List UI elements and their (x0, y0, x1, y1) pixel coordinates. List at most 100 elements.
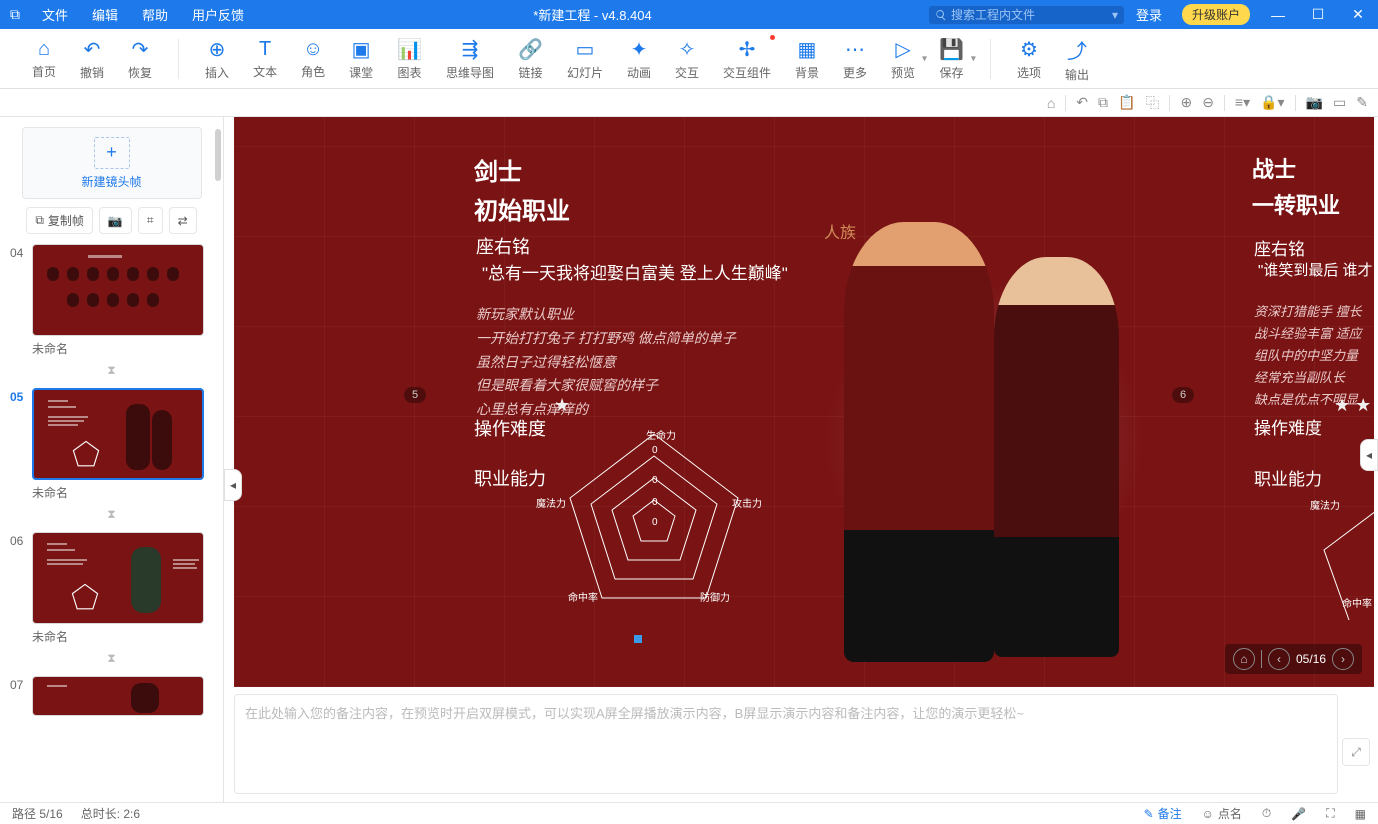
output-button[interactable]: ⤴输出 (1053, 29, 1101, 89)
zoom-out-icon[interactable]: ⊖ (1202, 94, 1214, 111)
save-button[interactable]: 💾保存▾ (927, 29, 976, 89)
canvas-undo-icon[interactable]: ↶ (1076, 94, 1088, 111)
notes-area[interactable]: 在此处输入您的备注内容，在预览时开启双屏模式，可以实现A屏全屏播放演示内容，B屏… (234, 694, 1338, 794)
selection-handle[interactable] (634, 635, 642, 643)
minimize-button[interactable]: — (1258, 7, 1298, 23)
frame-thumb-04[interactable] (32, 244, 204, 336)
search-input[interactable] (947, 8, 1106, 22)
class-name: 剑士 (474, 152, 570, 187)
chart-button[interactable]: 📊图表 (385, 29, 434, 89)
mic-icon[interactable]: 🎤 (1291, 807, 1306, 821)
text-icon: T (259, 38, 271, 61)
canvas-area[interactable]: 剑士 初始职业 座右铭 "总有一天我将迎娶白富美 登上人生巅峰" 新玩家默认职业… (224, 117, 1378, 802)
background-button[interactable]: ▦背景 (783, 29, 831, 89)
frame-name: 未命名 (32, 484, 213, 501)
classroom-button[interactable]: ▣课堂 (337, 29, 385, 89)
options-button[interactable]: ⚙选项 (1005, 29, 1053, 89)
link-button[interactable]: 🔗链接 (506, 29, 555, 89)
nav-next-button[interactable]: › (1332, 648, 1354, 670)
canvas-paste-icon[interactable]: 📋 (1118, 94, 1135, 111)
roll-button[interactable]: ☺ 点名 (1202, 805, 1242, 822)
login-link[interactable]: 登录 (1124, 5, 1174, 24)
search-dropdown-icon[interactable]: ▾ (1112, 8, 1118, 22)
nav-home-icon[interactable]: ⌂ (1233, 648, 1255, 670)
grid-icon[interactable]: ▦ (1355, 807, 1366, 821)
home-button[interactable]: ⌂首页 (20, 29, 68, 89)
maximize-button[interactable]: ☐ (1298, 6, 1338, 23)
remarks-button[interactable]: ✎ 备注 (1144, 805, 1182, 822)
align-icon[interactable]: ≡▾ (1235, 94, 1250, 111)
motto-text: "谁笑到最后 谁才 (1258, 259, 1373, 280)
upgrade-button[interactable]: 升级账户 (1182, 4, 1250, 25)
swap-button[interactable]: ⇄ (169, 207, 197, 234)
collapse-left-button[interactable]: ◂ (224, 469, 242, 501)
search-box[interactable]: ▾ (929, 6, 1124, 24)
copy-frame-button[interactable]: ⧉ 复制帧 (26, 207, 93, 234)
radar-label-hit: 命中率 (568, 589, 598, 604)
canvas-copy-icon[interactable]: ⧉ (1098, 94, 1108, 111)
component-button[interactable]: ✢交互组件 (711, 29, 783, 89)
anim-icon: ✦ (631, 37, 648, 62)
frame-number: 05 (10, 388, 26, 404)
frame-number: 06 (10, 532, 26, 548)
frame-thumb-06[interactable] (32, 532, 204, 624)
menu-help[interactable]: 帮助 (130, 5, 180, 24)
snapshot-button[interactable]: 📷 (99, 207, 132, 234)
menu-feedback[interactable]: 用户反馈 (180, 5, 256, 24)
mindmap-button[interactable]: ⇶思维导图 (434, 29, 506, 89)
menu-file[interactable]: 文件 (30, 5, 80, 24)
nav-prev-pill[interactable]: 5 (404, 387, 426, 403)
interact-icon: ✧ (679, 37, 696, 62)
interact-button[interactable]: ✧交互 (663, 29, 711, 89)
radar-label-hp: 生命力 (646, 427, 676, 442)
class-sub: 初始职业 (474, 191, 570, 226)
role-icon: ☺ (303, 38, 323, 61)
redo-icon: ↷ (132, 37, 149, 62)
close-button[interactable]: ✕ (1338, 6, 1378, 23)
redo-button[interactable]: ↷恢复 (116, 29, 164, 89)
frame-thumb-05[interactable] (32, 388, 204, 480)
badge-icon (770, 35, 775, 40)
nav-next-pill[interactable]: 6 (1172, 387, 1194, 403)
save-icon: 💾 (939, 37, 964, 62)
expand-notes-button[interactable]: ⤢ (1342, 738, 1370, 766)
chevron-down-icon[interactable]: ▾ (971, 53, 976, 64)
more-button[interactable]: ⋯更多 (831, 29, 879, 89)
motto-text: "总有一天我将迎娶白富美 登上人生巅峰" (482, 259, 788, 284)
options-icon: ⚙ (1020, 37, 1038, 62)
menu-edit[interactable]: 编辑 (80, 5, 130, 24)
insert-button[interactable]: ⊕插入 (193, 29, 241, 89)
zoom-in-icon[interactable]: ⊕ (1180, 94, 1192, 111)
camera-icon[interactable]: 📷 (1306, 94, 1323, 111)
scrollbar[interactable] (215, 129, 221, 181)
frame-sidebar[interactable]: + 新建镜头帧 ⧉ 复制帧 📷 ⌗ ⇄ 04 未命名 ⧗ 05 (0, 117, 224, 802)
collapse-right-button[interactable]: ◂ (1360, 439, 1378, 471)
edit-icon[interactable]: ✎ (1356, 94, 1368, 111)
undo-button[interactable]: ↶撤销 (68, 29, 116, 89)
chart-icon: 📊 (397, 37, 422, 62)
wait-icon: ⧗ (10, 507, 213, 522)
star-icon: ★ ★ (1334, 395, 1371, 416)
timer-icon[interactable]: ⏱ (1262, 806, 1271, 821)
nav-prev-button[interactable]: ‹ (1268, 648, 1290, 670)
slides-icon: ▭ (575, 37, 594, 62)
canvas-dup-icon[interactable]: ⿻ (1145, 93, 1159, 113)
preview-button[interactable]: ▷预览▾ (879, 29, 927, 89)
anim-button[interactable]: ✦动画 (615, 29, 663, 89)
canvas-home-icon[interactable]: ⌂ (1047, 95, 1055, 111)
lock-icon[interactable]: 🔒▾ (1260, 94, 1284, 111)
text-button[interactable]: T文本 (241, 29, 289, 89)
undo-icon: ↶ (84, 37, 101, 62)
frame-thumb-07[interactable] (32, 676, 204, 716)
frame-number: 07 (10, 676, 26, 692)
slide[interactable]: 剑士 初始职业 座右铭 "总有一天我将迎娶白富美 登上人生巅峰" 新玩家默认职业… (234, 117, 1374, 687)
page-indicator: 05/16 (1296, 652, 1326, 666)
role-button[interactable]: ☺角色 (289, 29, 337, 89)
new-frame-button[interactable]: + 新建镜头帧 (22, 127, 202, 199)
difficulty-heading: 操作难度 (474, 415, 546, 441)
qr-button[interactable]: ⌗ (138, 207, 163, 234)
radar-label-def: 防御力 (700, 589, 730, 604)
fullscreen-icon[interactable]: ⛶ (1326, 806, 1334, 821)
slides-button[interactable]: ▭幻灯片 (555, 29, 615, 89)
crop-icon[interactable]: ▭ (1333, 94, 1346, 111)
